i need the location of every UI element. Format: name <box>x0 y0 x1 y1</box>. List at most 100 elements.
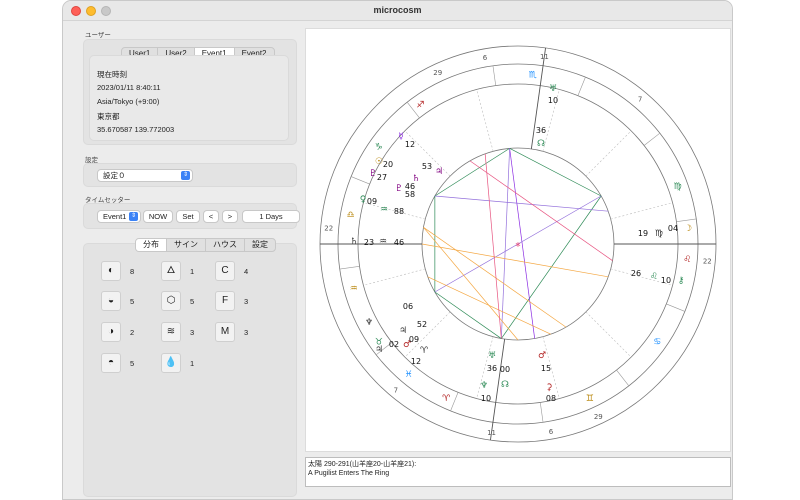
element-icon-button[interactable]: ≋ <box>161 322 181 342</box>
element-icon-button[interactable]: C <box>215 261 235 281</box>
tab-houses[interactable]: ハウス <box>206 239 245 251</box>
info-timezone: Asia/Tokyo (+9:00) <box>97 97 160 106</box>
planet-left-degree: 20 <box>383 160 393 169</box>
user-section-label: ユーザー <box>85 32 111 39</box>
planet-lower-left-glyph: ♃ <box>399 326 407 336</box>
zodiac-divider <box>676 218 697 223</box>
zodiac-sign-glyph: ♌ <box>683 255 691 265</box>
set-button[interactable]: Set <box>176 210 200 223</box>
zodiac-divider <box>539 402 544 423</box>
aspect-line <box>434 195 609 212</box>
planet-left-glyph: ♄ <box>350 237 358 247</box>
planet-lower-left-glyph: ♆ <box>365 318 373 328</box>
element-icon-button[interactable]: F <box>215 291 235 311</box>
prev-step-button[interactable]: < <box>203 210 219 223</box>
planet-left-glyph: ♀ <box>360 195 367 205</box>
planet-left-degree: 12 <box>405 140 415 149</box>
tab-distribution[interactable]: 分布 <box>136 239 167 251</box>
planet-right-glyph: ☽ <box>684 224 692 234</box>
house-cusp-label: 22 <box>324 224 333 232</box>
planet-left-degree: 27 <box>377 173 387 182</box>
zodiac-sign-glyph: ♈ <box>442 394 451 404</box>
timesetter-target-value: Event1 <box>103 212 127 221</box>
zodiac-sign-glyph: ♒ <box>350 284 358 294</box>
house-cusp-label: 29 <box>433 69 442 77</box>
element-icon-button[interactable]: ◑ <box>101 322 121 342</box>
planet-left-degree: 23 <box>364 238 374 247</box>
planet-right-degree: 10 <box>661 276 671 285</box>
aspect-line <box>427 276 551 335</box>
planet-right-glyph: ⚷ <box>678 276 685 286</box>
now-button[interactable]: NOW <box>143 210 173 223</box>
element-icon-button[interactable]: ⬡ <box>161 291 181 311</box>
zodiac-divider <box>577 76 586 96</box>
house-cusp-line <box>363 268 426 286</box>
element-icon-button[interactable]: 🜂 <box>161 261 181 281</box>
element-icon-button[interactable]: ◒ <box>101 291 121 311</box>
planet-lower-left-degree: 12 <box>411 357 421 366</box>
aspect-line <box>509 148 536 339</box>
planet-lower-left-glyph: ♈ <box>420 346 429 356</box>
planet-bottom-glyph: ♅ <box>488 351 496 361</box>
planet-right-degree: 04 <box>668 224 678 233</box>
planet-right-degree: 26 <box>631 269 641 278</box>
house-cusp-label: 7 <box>638 95 642 103</box>
degree-description-box: 太陽 290-291(山羊座20-山羊座21): A Pugilist Ente… <box>305 457 731 487</box>
planet-left-glyph: ♃ <box>435 167 443 177</box>
house-cusp-line <box>610 202 673 220</box>
element-count: 8 <box>130 267 135 276</box>
house-cusp-label: 29 <box>594 413 603 421</box>
planet-right-glyph: ♍ <box>655 229 663 239</box>
zodiac-sign-glyph: ♏ <box>529 71 537 81</box>
control-panel: ユーザー User1 User2 Event1 Event2 現在時刻 2023… <box>75 21 303 499</box>
element-count: 1 <box>190 267 195 276</box>
title-bar: microcosm <box>63 1 732 21</box>
zodiac-divider <box>492 65 497 86</box>
planet-right-degree: 19 <box>638 229 648 238</box>
aspect-line <box>500 148 510 339</box>
element-icon-button[interactable]: M <box>215 322 235 342</box>
house-cusp-line <box>585 311 632 358</box>
info-place: 東京都 <box>97 112 120 121</box>
info-datetime: 2023/01/11 8:40:11 <box>97 83 161 92</box>
house-cusp-label: 11 <box>487 429 496 437</box>
zodiac-divider <box>339 265 360 270</box>
planet-lower-left-degree: 02 <box>389 340 399 349</box>
zodiac-sign-glyph: ♎ <box>347 210 355 220</box>
planet-left-degree: 09 <box>367 197 377 206</box>
element-count: 1 <box>190 359 195 368</box>
zodiac-sign-glyph: ♊ <box>586 394 594 404</box>
planet-top-glyph: ♅ <box>549 84 557 94</box>
horoscope-wheel[interactable]: ♈♉♊♋♌♍♎♏♐♑♒♓22296 11722296117☿12☉ 20♇ 27♃53… <box>306 29 732 453</box>
element-icon-button[interactable]: ◓ <box>101 353 121 373</box>
house-cusp-line <box>476 89 494 152</box>
element-count: 5 <box>190 297 195 306</box>
planet-bottom-degree: 00 <box>500 365 510 374</box>
element-count: 3 <box>244 328 249 337</box>
planet-left-glyph: ♇ <box>395 184 403 194</box>
house-cusp-label: 22 <box>703 258 712 266</box>
house-cusp-label: 7 <box>394 387 398 395</box>
zodiac-divider <box>450 392 459 412</box>
aspect-line <box>434 291 502 339</box>
settings-select[interactable]: 設定０ ⇕ <box>97 169 193 182</box>
zodiac-divider <box>350 176 370 185</box>
element-count: 5 <box>130 297 135 306</box>
description-line-2: A Pugilist Enters The Ring <box>308 470 390 477</box>
planet-left-glyph: ☿ <box>398 132 404 142</box>
next-step-button[interactable]: > <box>222 210 238 223</box>
element-icon-button[interactable]: ◐ <box>101 261 121 281</box>
planet-bottom-glyph: ♂ <box>538 351 546 361</box>
step-size-field[interactable]: 1 Days <box>242 210 300 223</box>
settings-select-value: 設定０ <box>103 171 126 180</box>
planet-bottom-degree: 15 <box>541 364 551 373</box>
tab-analysis-settings[interactable]: 設定 <box>245 239 275 251</box>
planet-left-degree: 53 <box>422 162 432 171</box>
element-icon-button[interactable]: 💧 <box>161 353 181 373</box>
tab-signs[interactable]: サイン <box>167 239 206 251</box>
planet-bottom-degree: 36 <box>487 364 497 373</box>
horoscope-chart-pane[interactable]: ♈ ♉ ♊ ♋ ♌ ♍ ♎ ♏ ♐ ♑ ♒ ♓ 22 29 6 11 7 22 29 6 11 7 ☿ 12 ☉ 20 ♇ 27 ♃ 53… <box>305 28 731 452</box>
element-count: 2 <box>130 328 135 337</box>
timesetter-target-select[interactable]: Event1 ⇕ <box>97 210 141 223</box>
planet-bottom-glyph: ☊ <box>501 380 509 390</box>
